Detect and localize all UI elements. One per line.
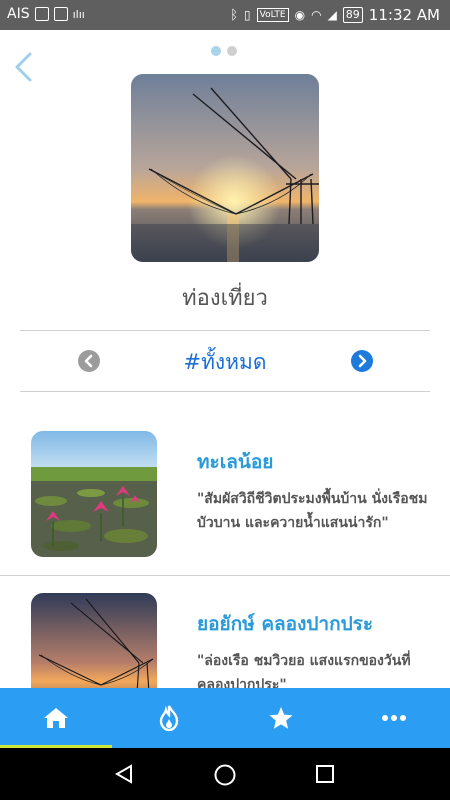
battery-indicator: 89 xyxy=(342,7,363,23)
home-circle-icon[interactable] xyxy=(213,763,237,787)
item-title: ทะเลน้อย xyxy=(197,451,274,473)
signal-icon: ◢ xyxy=(327,8,337,22)
recents-square-icon[interactable] xyxy=(315,764,335,784)
chevron-right-icon xyxy=(358,354,367,368)
page-title: ท่องเที่ยว xyxy=(182,286,268,311)
list-item[interactable]: ยอยักษ์ คลองปากประ "ล่องเรือ ชมวิวยอ แสง… xyxy=(0,576,450,688)
carrier-label: AIS xyxy=(7,6,30,22)
star-icon xyxy=(269,707,293,729)
chevron-left-icon xyxy=(15,52,32,82)
volte-badge: VoLTE xyxy=(256,8,289,22)
item-description: "ล่องเรือ ชมวิวยอ แสงแรกของวันที่คลองปาก… xyxy=(197,653,411,688)
divider-top xyxy=(20,330,430,331)
back-button[interactable] xyxy=(12,50,34,84)
system-nav-bar xyxy=(0,748,450,800)
pager-dot-2[interactable] xyxy=(227,46,237,56)
status-bar: AIS ılıı ᛒ ▯ VoLTE ◉ ◠ ◢ 89 11:32 AM xyxy=(0,0,450,30)
item-description: "สัมผัสวิถีชีวิตประมงพื้นบ้าน นั่งเรือชม… xyxy=(197,491,428,531)
category-label: #ทั้งหมด xyxy=(183,350,267,374)
tab-home[interactable] xyxy=(0,688,113,748)
eye-icon: ◉ xyxy=(294,8,306,22)
wifi-icon: ◠ xyxy=(311,8,322,22)
tab-more[interactable] xyxy=(338,688,450,748)
pager-dot-1[interactable] xyxy=(211,46,221,56)
clock: 11:32 AM xyxy=(368,6,440,24)
lotus-thumbnail xyxy=(31,431,157,557)
app-notification-icon xyxy=(53,7,68,21)
more-icon xyxy=(381,715,406,721)
vibrate-icon: ▯ xyxy=(244,8,251,22)
item-title: ยอยักษ์ คลองปากประ xyxy=(197,613,374,635)
status-right: ᛒ ▯ VoLTE ◉ ◠ ◢ 89 11:32 AM xyxy=(230,6,440,24)
bluetooth-icon: ᛒ xyxy=(230,7,239,23)
tab-favorites[interactable] xyxy=(225,688,338,748)
bottom-tab-bar xyxy=(0,688,450,748)
list-item[interactable]: ทะเลน้อย "สัมผัสวิถีชีวิตประมงพื้นบ้าน น… xyxy=(0,414,450,574)
divider-bottom xyxy=(20,391,430,392)
back-triangle-icon[interactable] xyxy=(113,763,135,785)
flame-icon xyxy=(159,705,178,731)
hero-image xyxy=(131,74,319,262)
fishing-net-thumbnail xyxy=(31,593,157,688)
status-left: AIS ılıı xyxy=(7,6,85,22)
voicemail-icon: ılıı xyxy=(72,7,85,21)
home-icon xyxy=(44,708,69,728)
category-next-button[interactable] xyxy=(351,350,373,372)
gallery-notification-icon xyxy=(34,7,49,21)
pager-dots xyxy=(211,46,237,56)
tab-popular[interactable] xyxy=(113,688,226,748)
